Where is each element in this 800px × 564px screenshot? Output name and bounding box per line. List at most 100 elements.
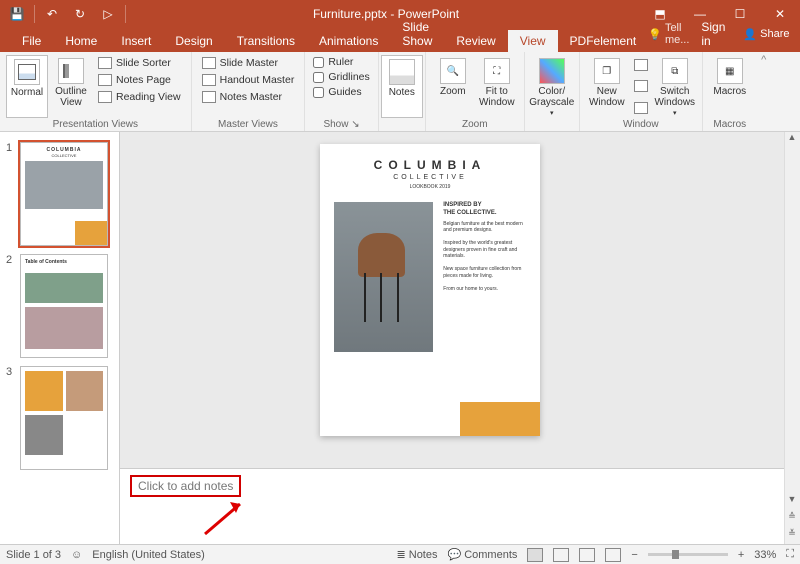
tab-pdfelement[interactable]: PDFelement	[558, 30, 649, 52]
slide-canvas[interactable]: COLUMBIA COLLECTIVE LOOKBOOK 2019 INSPIR…	[320, 144, 540, 436]
color-icon	[539, 58, 565, 84]
slide-editor[interactable]: COLUMBIA COLLECTIVE LOOKBOOK 2019 INSPIR…	[120, 132, 784, 544]
notes-button[interactable]: Notes	[381, 55, 423, 118]
zoom-in-button[interactable]: +	[738, 549, 744, 561]
sorter-view-icon[interactable]	[553, 548, 569, 562]
tell-me-label: Tell me...	[665, 22, 689, 46]
normal-view-icon[interactable]	[527, 548, 543, 562]
person-icon: 👤	[743, 28, 757, 41]
new-window-button[interactable]: ❐New Window	[586, 55, 628, 118]
workarea: 1 COLUMBIA COLLECTIVE 2 Table of Content…	[0, 132, 800, 544]
scroll-up-icon[interactable]: ▲	[784, 132, 800, 148]
notes-placeholder[interactable]: Click to add notes	[130, 475, 241, 497]
collapse-ribbon-button[interactable]: ^	[757, 52, 771, 131]
macros-icon: ▦	[717, 58, 743, 84]
quick-access-toolbar: 💾 ↶ ↻ ▷	[0, 2, 132, 26]
cascade-icon	[634, 80, 648, 92]
slide-indicator[interactable]: Slide 1 of 3	[6, 549, 61, 561]
switch-windows-button[interactable]: ⧉Switch Windows▾	[654, 55, 696, 118]
ruler-checkbox[interactable]: Ruler	[311, 55, 371, 69]
color-grayscale-button[interactable]: Color/ Grayscale▾	[531, 55, 573, 118]
thumbnail-3[interactable]: 3	[0, 362, 119, 474]
zoom-button[interactable]: 🔍Zoom	[432, 55, 474, 118]
thumb-number: 1	[6, 142, 16, 246]
annotation-arrow-icon	[190, 499, 250, 539]
notes-page-icon	[98, 74, 112, 86]
zoom-out-button[interactable]: −	[631, 549, 637, 561]
normal-view-button[interactable]: Normal	[6, 55, 48, 118]
reading-view-icon[interactable]	[579, 548, 595, 562]
zoom-level[interactable]: 33%	[754, 549, 776, 561]
notes-label: Notes	[389, 87, 415, 98]
notes-page-button[interactable]: Notes Page	[94, 72, 185, 88]
slide-subtitle: COLLECTIVE	[334, 174, 526, 181]
outline-icon	[58, 58, 84, 84]
slide-title: COLUMBIA	[334, 158, 526, 172]
thumb-number: 2	[6, 254, 16, 358]
arrange-all-button[interactable]	[630, 57, 652, 73]
group-label: Show ↘	[311, 118, 371, 130]
ruler-label: Ruler	[328, 56, 353, 68]
handout-master-icon	[202, 74, 216, 86]
slideshow-view-icon[interactable]	[605, 548, 621, 562]
spellcheck-icon[interactable]: ☺	[71, 549, 82, 561]
notes-master-button[interactable]: Notes Master	[198, 89, 299, 105]
save-button[interactable]: 💾	[4, 2, 30, 26]
thumbnail-pane[interactable]: 1 COLUMBIA COLLECTIVE 2 Table of Content…	[0, 132, 120, 544]
language-button[interactable]: English (United States)	[92, 549, 205, 561]
macros-button[interactable]: ▦Macros	[709, 55, 751, 118]
tab-review[interactable]: Review	[444, 30, 507, 52]
tab-insert[interactable]: Insert	[109, 30, 163, 52]
notes-pane[interactable]: Click to add notes	[120, 468, 784, 544]
tab-transitions[interactable]: Transitions	[225, 30, 307, 52]
guides-checkbox[interactable]: Guides	[311, 85, 371, 99]
outline-label: Outline View	[55, 86, 87, 108]
group-label: Presentation Views	[6, 118, 185, 130]
redo-button[interactable]: ↻	[67, 2, 93, 26]
share-button[interactable]: 👤 Share	[737, 26, 795, 43]
slide-sorter-label: Slide Sorter	[116, 57, 171, 69]
start-slideshow-button[interactable]: ▷	[95, 2, 121, 26]
switch-icon: ⧉	[662, 58, 688, 84]
normal-icon	[14, 59, 40, 85]
status-notes-button[interactable]: ≣ Notes	[397, 548, 438, 561]
handout-master-button[interactable]: Handout Master	[198, 72, 299, 88]
normal-label: Normal	[11, 87, 43, 98]
tab-animations[interactable]: Animations	[307, 30, 390, 52]
slide-master-button[interactable]: Slide Master	[198, 55, 299, 71]
next-slide-icon[interactable]: ≚	[784, 528, 800, 544]
handout-master-label: Handout Master	[220, 74, 295, 86]
thumbnail-2[interactable]: 2 Table of Contents	[0, 250, 119, 362]
scroll-down-icon[interactable]: ▼	[784, 494, 800, 510]
outline-view-button[interactable]: Outline View	[50, 55, 92, 118]
tab-slide-show[interactable]: Slide Show	[390, 16, 444, 52]
group-master-views: Slide Master Handout Master Notes Master…	[192, 52, 306, 131]
sign-in-button[interactable]: Sign in	[695, 16, 731, 52]
status-comments-button[interactable]: 💬 Comments	[448, 548, 518, 561]
fit-window-button[interactable]: ⛶Fit to Window	[476, 55, 518, 118]
move-split-button[interactable]	[630, 100, 652, 116]
thumbnail-1[interactable]: 1 COLUMBIA COLLECTIVE	[0, 138, 119, 250]
group-show: Ruler Gridlines Guides Show ↘	[305, 52, 378, 131]
cascade-button[interactable]	[630, 78, 652, 94]
guides-label: Guides	[328, 86, 361, 98]
tab-view[interactable]: View	[508, 30, 558, 52]
group-zoom: 🔍Zoom ⛶Fit to Window Zoom	[426, 52, 525, 131]
prev-slide-icon[interactable]: ≙	[784, 511, 800, 527]
tab-home[interactable]: Home	[53, 30, 109, 52]
zoom-slider[interactable]	[648, 553, 728, 556]
reading-view-label: Reading View	[116, 91, 181, 103]
fit-to-window-button[interactable]: ⛶	[786, 548, 794, 561]
reading-view-button[interactable]: Reading View	[94, 89, 185, 105]
notes-page-label: Notes Page	[116, 74, 171, 86]
undo-button[interactable]: ↶	[39, 2, 65, 26]
group-macros: ▦Macros Macros	[703, 52, 757, 131]
tell-me-search[interactable]: 💡 Tell me...	[648, 22, 689, 46]
gridlines-checkbox[interactable]: Gridlines	[311, 70, 371, 84]
slide-sorter-button[interactable]: Slide Sorter	[94, 55, 185, 71]
vertical-scrollbar[interactable]: ▲ ▼ ≙ ≚	[784, 132, 800, 544]
tab-design[interactable]: Design	[163, 30, 224, 52]
thumb-preview: COLUMBIA COLLECTIVE	[20, 142, 108, 246]
tab-file[interactable]: File	[10, 30, 53, 52]
group-presentation-views: Normal Outline View Slide Sorter Notes P…	[0, 52, 192, 131]
